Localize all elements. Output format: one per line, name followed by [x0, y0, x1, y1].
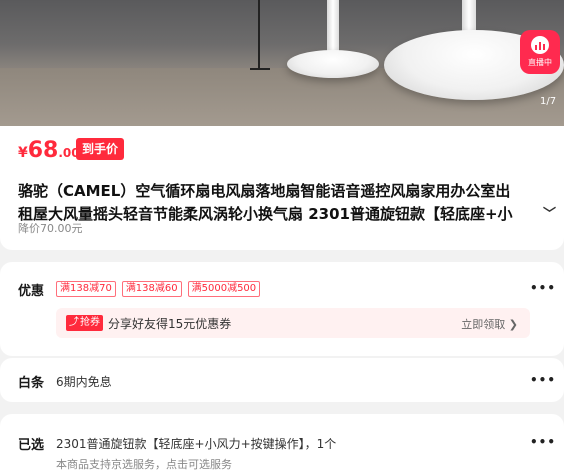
service-note: 本商品支持京选服务，点击可选服务: [56, 458, 232, 471]
lamp-rod: [258, 0, 260, 70]
more-icon[interactable]: •••: [530, 435, 556, 449]
live-label: 直播中: [528, 58, 552, 67]
grab-coupon-badge: ⤴ 抢券: [66, 315, 103, 331]
coupon-tag[interactable]: 满138减60: [121, 281, 182, 297]
lamp-foot: [250, 68, 270, 70]
coupon-tag[interactable]: 满138减70: [56, 281, 116, 297]
more-icon[interactable]: •••: [530, 373, 556, 387]
promotion-label: 优惠: [18, 284, 45, 299]
installment-card[interactable]: 白条 6期内免息 •••: [0, 358, 564, 402]
more-icon[interactable]: •••: [530, 281, 556, 295]
price: ¥ 68 .00: [18, 138, 80, 163]
price-drop-note: 降价70.00元: [18, 222, 83, 235]
product-title-line2: 租屋大风量摇头轻音节能柔风涡轮小换气扇 2301普通旋钮款【轻底座+小: [18, 205, 513, 223]
share-coupon-banner[interactable]: ⤴ 抢券 分享好友得15元优惠券 立即领取 ❯: [56, 308, 530, 338]
page-indicator: 1/7: [540, 96, 557, 107]
installment-value: 6期内免息: [56, 375, 112, 389]
grab-coupon-label: 抢券: [80, 317, 100, 328]
selected-value: 2301普通旋钮款【轻底座+小风力+按键操作】，1个: [56, 437, 337, 451]
installment-label: 白条: [18, 376, 45, 391]
price-currency: ¥: [18, 145, 28, 161]
price-integer: 68: [27, 138, 59, 163]
selected-spec-card[interactable]: 已选 2301普通旋钮款【轻底座+小风力+按键操作】，1个 本商品支持京选服务，…: [0, 414, 564, 474]
product-title[interactable]: 骆驼（CAMEL）空气循环扇电风扇落地扇智能语音遥控风扇家用办公室出 租屋大风量…: [18, 180, 556, 226]
promotion-card: 优惠 满138减70 满138减60 满5000减500 ••• ⤴ 抢券 分享…: [0, 262, 564, 356]
share-coupon-text: 分享好友得15元优惠券: [108, 317, 232, 331]
product-title-line1: 骆驼（CAMEL）空气循环扇电风扇落地扇智能语音遥控风扇家用办公室出: [18, 182, 511, 200]
final-price-badge: 到手价: [76, 138, 125, 160]
live-stream-button[interactable]: 直播中: [520, 30, 560, 74]
product-image-gallery[interactable]: 直播中 1/7: [0, 0, 564, 126]
selected-label: 已选: [18, 438, 45, 453]
live-icon: [531, 36, 549, 54]
coupon-list[interactable]: 满138减70 满138减60 满5000减500: [56, 281, 261, 297]
coupon-tag[interactable]: 满5000减500: [187, 281, 261, 297]
claim-now-link[interactable]: 立即领取 ❯: [461, 316, 518, 332]
chevron-down-icon[interactable]: ﹀: [543, 203, 556, 226]
fan-base-left: [287, 50, 379, 78]
share-icon: ⤴: [69, 317, 79, 328]
